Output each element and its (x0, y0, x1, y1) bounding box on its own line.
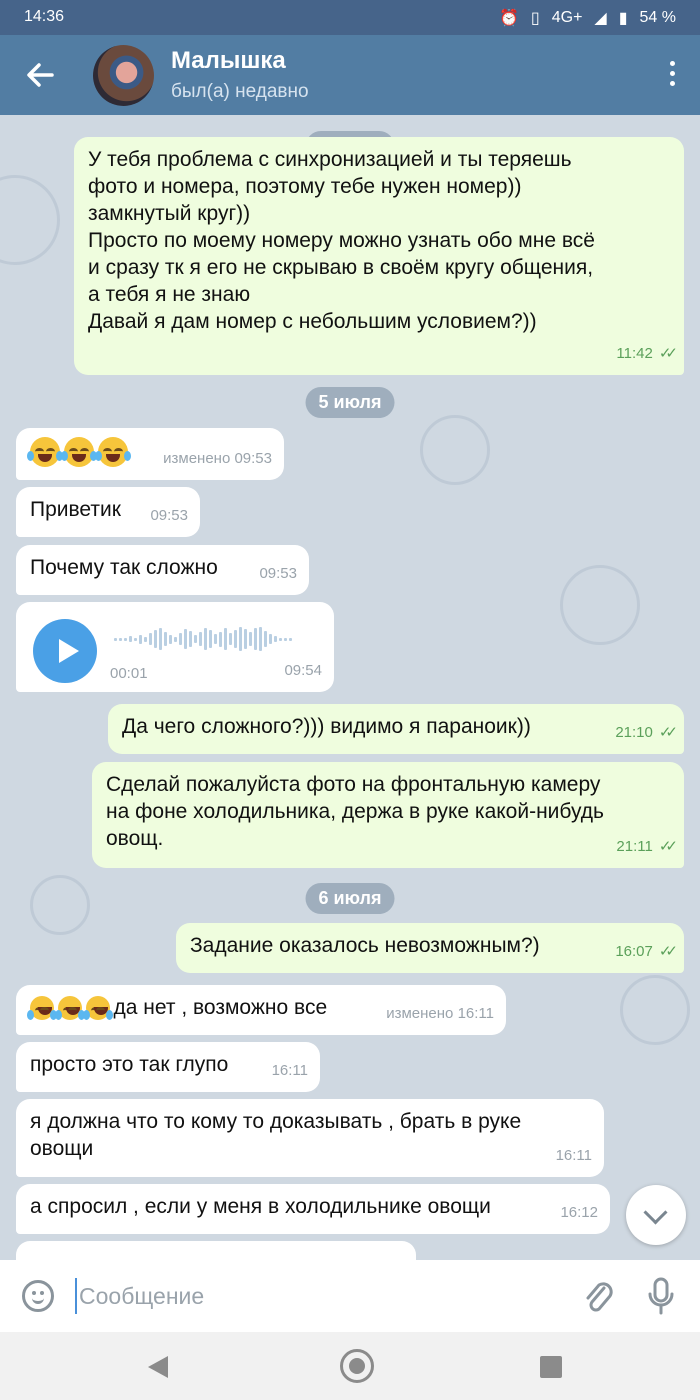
message-meta: 21:11 ✓✓ (616, 833, 678, 860)
network-label: 4G+ (551, 9, 583, 26)
message-line: У тебя проблема с синхронизацией и ты те… (88, 148, 572, 171)
date-chip: 6 июля (305, 883, 395, 914)
message-time: 16:11 (271, 1062, 308, 1079)
crying-laughing-emoji-icon (60, 437, 97, 467)
message-time: 16:11 (555, 1147, 592, 1164)
alarm-icon: ⏰ (498, 10, 519, 27)
message-time: 09:53 (259, 565, 297, 582)
message-line: Просто по моему номеру можно узнать обо … (88, 229, 595, 252)
read-ticks-icon: ✓✓ (658, 838, 678, 855)
incoming-message[interactable]: просто это так глупо 16:11 (16, 1042, 320, 1092)
incoming-message[interactable]: а спросил , если у меня в холодильнике о… (16, 1184, 610, 1234)
message-time: 21:10 (615, 724, 653, 741)
crying-laughing-emoji-icon (54, 996, 85, 1021)
waveform[interactable] (114, 626, 292, 652)
message-time: изменено 09:53 (163, 450, 272, 467)
read-ticks-icon: ✓✓ (658, 345, 678, 362)
message-input-bar (0, 1260, 700, 1332)
signal-icon: ◢ (594, 10, 607, 27)
message-time: 21:11 (616, 838, 653, 855)
background-doodle (560, 565, 640, 645)
message-input[interactable] (75, 1278, 555, 1314)
crying-laughing-emoji-icon (82, 996, 113, 1021)
crying-laughing-emoji-icon (94, 437, 131, 467)
background-doodle (0, 175, 60, 265)
message-meta: 11:42 ✓✓ (616, 340, 678, 367)
message-line: замкнутый круг)) (88, 202, 251, 225)
date-chip: 5 июля (305, 387, 395, 418)
attach-icon[interactable] (580, 1276, 614, 1316)
incoming-message-partial[interactable] (16, 1241, 416, 1260)
microphone-icon[interactable] (645, 1276, 677, 1316)
message-line: овощи (30, 1137, 94, 1160)
emoji-icon[interactable] (22, 1280, 54, 1312)
voice-duration: 00:01 (110, 665, 148, 682)
outgoing-message[interactable]: Сделай пожалуйста фото на фронтальную ка… (92, 762, 684, 868)
message-line: я должна что то кому то доказывать , бра… (30, 1110, 522, 1133)
message-text: Задание оказалось невозможным?) (190, 934, 540, 957)
message-time: 16:07 (615, 943, 653, 960)
message-line: Давай я дам номер с небольшим условием?)… (88, 310, 537, 333)
play-button[interactable] (33, 619, 97, 683)
read-ticks-icon: ✓✓ (658, 943, 678, 960)
more-menu-icon[interactable] (668, 61, 676, 91)
incoming-message[interactable]: я должна что то кому то доказывать , бра… (16, 1099, 604, 1177)
message-time: 16:12 (560, 1204, 598, 1221)
scroll-down-button[interactable] (626, 1185, 686, 1245)
battery-percent: 54 % (639, 9, 676, 26)
contact-name[interactable]: Малышка (171, 47, 286, 75)
message-text: да нет , возможно все (113, 996, 328, 1019)
outgoing-message[interactable]: У тебя проблема с синхронизацией и ты те… (74, 137, 684, 375)
message-text: Почему так сложно (30, 556, 218, 579)
nav-recents-icon[interactable] (540, 1356, 562, 1378)
message-text: просто это так глупо (30, 1053, 229, 1076)
message-text: Да чего сложного?))) видимо я параноик)) (122, 715, 531, 738)
incoming-message[interactable]: Почему так сложно 09:53 (16, 545, 309, 595)
nav-back-icon[interactable] (148, 1356, 168, 1378)
system-nav-bar (0, 1332, 700, 1400)
message-time: изменено 16:11 (386, 1005, 494, 1022)
message-line: Сделай пожалуйста фото на фронтальную ка… (106, 773, 601, 796)
crying-laughing-emoji-icon (27, 437, 63, 467)
outgoing-message[interactable]: Задание оказалось невозможным?) 16:07 ✓✓ (176, 923, 684, 973)
message-time: 11:42 (616, 345, 653, 362)
message-line: а тебя я не знаю (88, 283, 251, 306)
battery-icon: ▮ (618, 10, 628, 27)
message-text: а спросил , если у меня в холодильнике о… (30, 1195, 491, 1218)
status-time: 14:36 (24, 8, 65, 25)
background-doodle (420, 415, 490, 485)
crying-laughing-emoji-icon (27, 996, 57, 1021)
chat-header: Малышка был(а) недавно (0, 35, 700, 115)
message-line: фото и номера, поэтому тебе нужен номер)… (88, 175, 522, 198)
message-line: и сразу тк я его не скрываю в своём круг… (88, 256, 594, 279)
message-time: 09:53 (150, 507, 188, 524)
status-bar: 14:36 ⏰ ▯ 4G+ ◢ ▮ 54 % (0, 0, 700, 35)
contact-status: был(а) недавно (171, 81, 309, 102)
read-ticks-icon: ✓✓ (658, 724, 678, 741)
message-text: Приветик (30, 498, 121, 521)
message-line: на фоне холодильника, держа в руке какой… (106, 800, 604, 823)
message-line: овощ. (106, 827, 164, 850)
vibrate-icon: ▯ (530, 10, 540, 27)
back-arrow-icon[interactable] (22, 57, 58, 93)
outgoing-message[interactable]: Да чего сложного?))) видимо я параноик))… (108, 704, 684, 754)
voice-message[interactable]: 00:01 09:54 (16, 602, 334, 692)
chat-area[interactable]: 3 июля У тебя проблема с синхронизацией … (0, 115, 700, 1260)
background-doodle (30, 875, 90, 935)
status-icons: ⏰ ▯ 4G+ ◢ ▮ 54 % (499, 8, 676, 28)
nav-home-icon[interactable] (340, 1349, 374, 1383)
message-meta: 16:07 ✓✓ (615, 938, 678, 965)
incoming-message[interactable]: Приветик 09:53 (16, 487, 200, 537)
message-time: 09:54 (284, 662, 322, 679)
incoming-message[interactable]: да нет , возможно все изменено 16:11 (16, 985, 506, 1035)
message-meta: 21:10 ✓✓ (615, 719, 678, 746)
contact-avatar[interactable] (93, 45, 154, 106)
background-doodle (620, 975, 690, 1045)
incoming-message[interactable]: изменено 09:53 (16, 428, 284, 480)
